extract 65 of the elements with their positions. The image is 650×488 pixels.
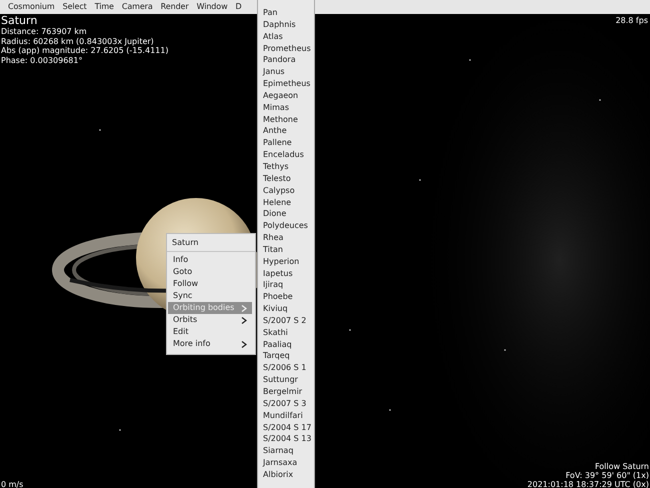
menu-item[interactable]: Orbits bbox=[168, 314, 252, 326]
object-info-line: Abs (app) magnitude: 27.6205 (-15.4111) bbox=[1, 46, 168, 56]
menu-item[interactable]: Atlas bbox=[258, 30, 314, 43]
menu-item[interactable]: Suttungr bbox=[258, 374, 314, 386]
menu-item[interactable]: Edit bbox=[168, 326, 252, 338]
menu-item[interactable]: Polydeuces bbox=[258, 220, 314, 232]
menu-item[interactable]: Info bbox=[168, 254, 252, 266]
object-info-line: Phase: 0.00309681° bbox=[1, 56, 84, 65]
menu-title: Saturn bbox=[171, 237, 200, 249]
status-line: FoV: 39° 59' 60" (1x) bbox=[566, 471, 649, 480]
menu-item[interactable]: Select bbox=[62, 0, 87, 14]
menu-item[interactable]: Pallene bbox=[258, 137, 314, 150]
menu-item[interactable]: Sync bbox=[168, 290, 252, 302]
fps-counter: 28.8 fps bbox=[616, 16, 648, 25]
menu-item[interactable]: Phoebe bbox=[258, 291, 314, 304]
menu-item[interactable]: S/2004 S 17 bbox=[258, 422, 314, 434]
menu-item[interactable]: Window bbox=[196, 0, 228, 14]
menu-item[interactable]: Titan bbox=[258, 244, 314, 256]
menu-item[interactable]: Pandora bbox=[258, 54, 314, 66]
menu-item[interactable]: Kiviuq bbox=[258, 303, 314, 315]
menu-item[interactable]: Aegaeon bbox=[258, 90, 314, 102]
menu-item[interactable]: Calypso bbox=[258, 184, 314, 196]
menu-item[interactable]: S/2007 S 2 bbox=[258, 314, 314, 327]
menu-item[interactable]: Prometheus bbox=[258, 42, 314, 54]
menu-item[interactable]: Follow bbox=[168, 278, 252, 290]
menu-item[interactable]: Bergelmir bbox=[258, 386, 314, 398]
menu-item[interactable]: S/2004 S 13 bbox=[258, 433, 314, 446]
menu-item[interactable]: Dione bbox=[258, 208, 314, 220]
status-line: Follow Saturn bbox=[594, 462, 649, 471]
menu-item[interactable]: Siarnaq bbox=[258, 445, 314, 458]
menu-item[interactable]: Time bbox=[94, 0, 114, 14]
menu-item[interactable]: Pan bbox=[258, 7, 314, 19]
menu-item[interactable]: Methone bbox=[258, 114, 314, 126]
object-info-line: Radius: 60268 km (0.843003x Jupiter) bbox=[1, 36, 154, 46]
menu-item[interactable]: Iapetus bbox=[258, 268, 314, 280]
menu-item[interactable]: Paaliaq bbox=[258, 338, 314, 350]
menu-item[interactable]: Goto bbox=[168, 266, 252, 278]
menu-item[interactable]: Ijiraq bbox=[258, 279, 314, 292]
menu-item[interactable]: Daphnis bbox=[258, 18, 314, 31]
object-info-line: Distance: 763907 km bbox=[1, 27, 88, 36]
status-line: 2021:01:18 18:37:29 UTC (0x) bbox=[527, 480, 649, 488]
menu-item[interactable]: Tethys bbox=[258, 160, 314, 173]
menu-item[interactable]: Camera bbox=[122, 0, 153, 14]
menu-item[interactable]: Rhea bbox=[258, 232, 314, 244]
menu-item[interactable]: Albiorix bbox=[258, 468, 314, 481]
menu-item[interactable]: Mundilfari bbox=[258, 410, 314, 422]
menu-item[interactable]: S/2006 S 1 bbox=[258, 362, 314, 374]
menu-item[interactable]: Skathi bbox=[258, 326, 314, 339]
menu-item[interactable]: Cosmonium bbox=[8, 0, 55, 14]
menu-item[interactable]: Jarnsaxa bbox=[258, 457, 314, 469]
menu-item[interactable]: Epimetheus bbox=[258, 78, 314, 90]
speed-readout: 0 m/s bbox=[1, 480, 24, 488]
menu-item[interactable]: Hyperion bbox=[258, 256, 314, 268]
menu-item[interactable]: Render bbox=[160, 0, 189, 14]
menu-item[interactable]: Janus bbox=[258, 66, 314, 78]
menu-item[interactable]: D bbox=[236, 0, 242, 14]
menu-item[interactable]: Enceladus bbox=[258, 149, 314, 161]
object-name: Saturn bbox=[1, 15, 38, 27]
menu-item[interactable]: Telesto bbox=[258, 172, 314, 185]
menu-item[interactable]: Mimas bbox=[258, 102, 314, 114]
menu-item[interactable]: S/2007 S 3 bbox=[258, 398, 314, 410]
menu-item[interactable]: Helene bbox=[258, 196, 314, 208]
menu-item[interactable]: Anthe bbox=[258, 125, 314, 138]
menu-item[interactable]: Tarqeq bbox=[258, 350, 314, 362]
menu-item[interactable]: More info bbox=[168, 338, 252, 350]
